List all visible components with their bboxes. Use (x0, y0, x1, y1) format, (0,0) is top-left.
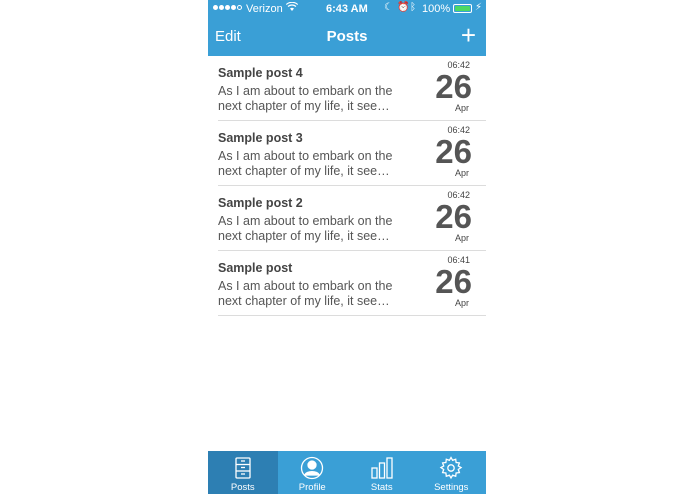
tab-settings[interactable]: Settings (417, 451, 487, 494)
post-month: Apr (454, 168, 469, 178)
list-item[interactable]: Sample post As I am about to embark on t… (218, 251, 486, 316)
post-month: Apr (454, 233, 469, 243)
tab-posts[interactable]: Posts (208, 451, 278, 494)
status-bar: Verizon 6:43 AM ☾ ⏰ ᛒ 100% ⚡ (208, 0, 486, 18)
phone-screen: Verizon 6:43 AM ☾ ⏰ ᛒ 100% ⚡ Edit Posts … (208, 0, 486, 494)
signal-strength-icon (213, 5, 242, 10)
post-day: 26 (435, 68, 472, 105)
status-time: 6:43 AM (326, 3, 368, 15)
post-month: Apr (454, 298, 469, 308)
tab-profile[interactable]: Profile (278, 451, 348, 494)
tab-label: Posts (230, 482, 255, 493)
tab-stats[interactable]: Stats (347, 451, 417, 494)
battery-icon (453, 4, 472, 13)
navigation-bar: Edit Posts + (208, 18, 486, 56)
post-day: 26 (435, 133, 472, 170)
do-not-disturb-icon: ☾ (384, 2, 393, 13)
post-title: Sample post (218, 261, 293, 275)
tab-label: Stats (370, 482, 393, 493)
list-item[interactable]: Sample post 3 As I am about to embark on… (218, 121, 486, 186)
alarm-icon: ⏰ (397, 2, 410, 13)
post-title: Sample post 4 (218, 66, 303, 80)
post-title: Sample post 2 (218, 196, 303, 210)
post-excerpt: As I am about to embark on the next chap… (218, 214, 393, 243)
carrier-name: Verizon (246, 3, 283, 15)
list-item[interactable]: Sample post 2 As I am about to embark on… (218, 186, 486, 251)
post-day: 26 (435, 198, 472, 235)
battery-percent: 100% (422, 3, 451, 15)
charging-icon: ⚡ (475, 2, 483, 13)
drawer-icon (231, 456, 255, 480)
post-excerpt: As I am about to embark on the next chap… (218, 149, 393, 178)
gear-icon (439, 456, 463, 480)
tab-bar: Posts Profile Stats Settings (208, 451, 486, 494)
tab-label: Settings (434, 482, 469, 493)
post-list: Sample post 4 As I am about to embark on… (208, 56, 486, 316)
post-excerpt: As I am about to embark on the next chap… (218, 279, 393, 308)
add-post-button[interactable]: + (461, 22, 476, 48)
post-excerpt: As I am about to embark on the next chap… (218, 84, 393, 113)
page-title: Posts (326, 28, 368, 45)
tab-label: Profile (298, 482, 326, 493)
post-day: 26 (435, 263, 472, 300)
person-icon (300, 456, 324, 480)
bluetooth-icon: ᛒ (410, 2, 416, 13)
post-month: Apr (454, 103, 469, 113)
wifi-icon (285, 1, 299, 15)
bar-chart-icon (370, 456, 394, 480)
list-item[interactable]: Sample post 4 As I am about to embark on… (218, 56, 486, 121)
post-title: Sample post 3 (218, 131, 303, 145)
